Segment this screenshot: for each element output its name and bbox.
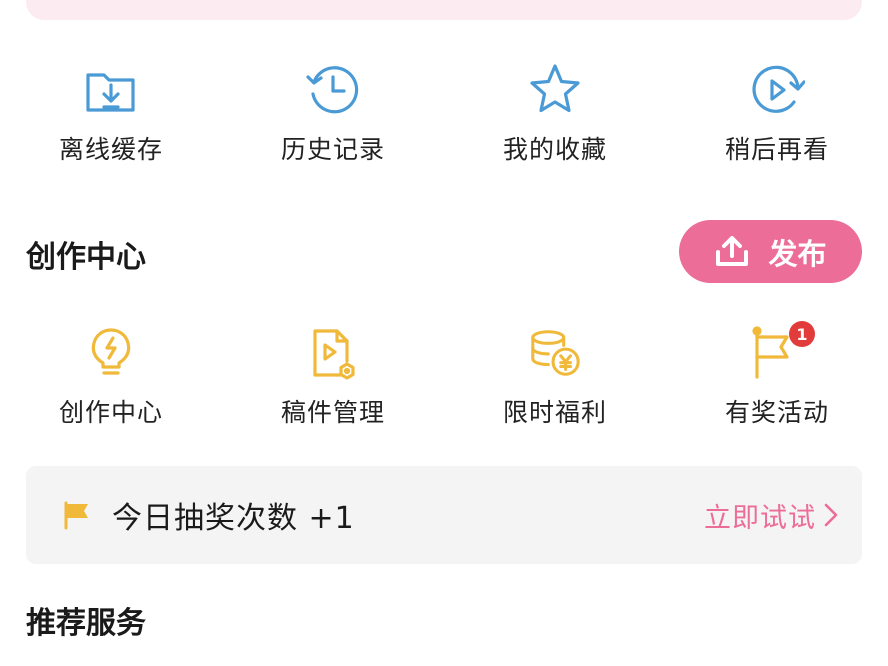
flag-icon: 1: [749, 321, 815, 381]
lottery-flag-icon: [64, 501, 88, 530]
creator-center-item[interactable]: 创作中心: [0, 325, 222, 429]
manuscript-icon: [305, 325, 361, 381]
try-now-label: 立即试试: [704, 502, 816, 534]
favorites-item[interactable]: 我的收藏: [444, 62, 666, 166]
notification-badge: 1: [789, 321, 815, 347]
prize-events-item[interactable]: 1 有奖活动: [666, 321, 888, 429]
history-label: 历史记录: [280, 135, 385, 164]
upload-icon: [716, 235, 749, 266]
creator-center-label: 创作中心: [58, 398, 163, 427]
quick-actions-row: 离线缓存 历史记录 我的收藏 稍后再看: [0, 62, 888, 166]
limited-benefits-label: 限时福利: [502, 398, 607, 427]
history-item[interactable]: 历史记录: [222, 62, 444, 166]
creator-section-title: 创作中心: [26, 240, 146, 275]
prize-events-label: 有奖活动: [724, 398, 829, 427]
star-icon: [527, 62, 583, 118]
lightbulb-icon: [83, 325, 139, 381]
try-now-link[interactable]: 立即试试: [704, 496, 838, 535]
manuscript-management-item[interactable]: 稿件管理: [222, 325, 444, 429]
coins-icon: [527, 325, 583, 381]
watch-later-item[interactable]: 稍后再看: [666, 62, 888, 166]
manuscript-management-label: 稿件管理: [280, 398, 385, 427]
lottery-banner[interactable]: 今日抽奖次数 +1 立即试试: [26, 466, 862, 564]
history-clock-icon: [305, 62, 361, 118]
offline-cache-label: 离线缓存: [58, 135, 163, 164]
publish-button[interactable]: 发布: [679, 220, 862, 283]
favorites-label: 我的收藏: [502, 135, 607, 164]
limited-benefits-item[interactable]: 限时福利: [444, 325, 666, 429]
download-folder-icon: [83, 62, 139, 118]
publish-label: 发布: [768, 236, 827, 271]
watch-later-label: 稍后再看: [724, 135, 829, 164]
offline-cache-item[interactable]: 离线缓存: [0, 62, 222, 166]
recommended-services-title: 推荐服务: [26, 606, 146, 641]
top-banner[interactable]: [26, 0, 862, 20]
chevron-right-icon: [824, 503, 838, 527]
lottery-text: 今日抽奖次数 +1: [112, 501, 355, 536]
creator-items-row: 创作中心 稿件管理 限时福利 1 有奖活动: [0, 321, 888, 429]
watch-later-icon: [749, 62, 805, 118]
